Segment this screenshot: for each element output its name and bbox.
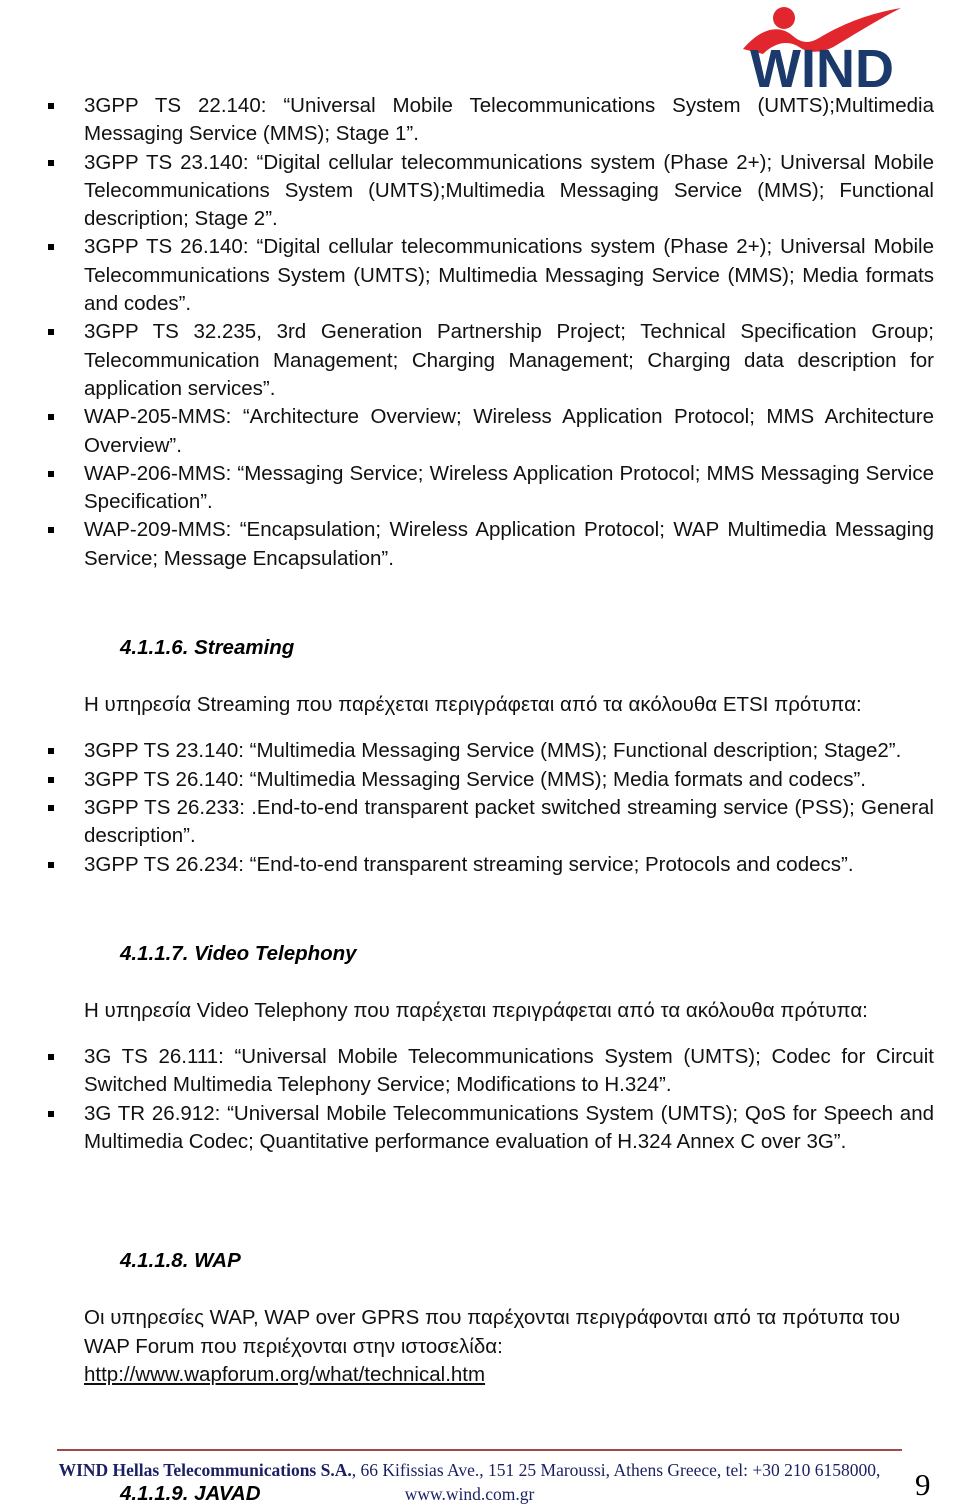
list-item: 3GPP TS 23.140: “Multimedia Messaging Se… (46, 737, 934, 765)
video-telephony-standards-list: 3G TS 26.111: “Universal Mobile Telecomm… (46, 1043, 934, 1156)
list-item: 3G TR 26.912: “Universal Mobile Telecomm… (46, 1100, 934, 1157)
list-item: WAP-209-MMS: “Encapsulation; Wireless Ap… (46, 516, 934, 573)
wap-paragraph: Οι υπηρεσίες WAP, WAP over GPRS που παρέ… (84, 1304, 934, 1389)
logo-wordmark: WIND (750, 39, 894, 96)
list-item: 3GPP TS 26.233: .End-to-end transparent … (46, 794, 934, 851)
footer-website: www.wind.com.gr (404, 1484, 535, 1504)
page-number: 9 (915, 1467, 931, 1502)
section-heading-wap: 4.1.1.8. WAP (120, 1249, 241, 1273)
wind-logo: WIND (727, 4, 917, 96)
list-item: 3GPP TS 26.140: “Multimedia Messaging Se… (46, 766, 934, 794)
list-item: 3GPP TS 26.234: “End-to-end transparent … (46, 851, 934, 879)
streaming-intro-paragraph: Η υπηρεσία Streaming που παρέχεται περιγ… (84, 693, 862, 717)
document-body: 3GPP TS 22.140: “Universal Mobile Teleco… (46, 92, 934, 1507)
document-page: WIND 3GPP TS 22.140: “Universal Mobile T… (0, 0, 960, 1509)
logo-dot-icon (773, 7, 795, 29)
list-item: 3GPP TS 32.235, 3rd Generation Partnersh… (46, 318, 934, 403)
list-item: 3GPP TS 23.140: “Digital cellular teleco… (46, 149, 934, 234)
footer-company-name: WIND Hellas Telecommunications S.A. (58, 1460, 352, 1480)
section-heading-streaming: 4.1.1.6. Streaming (120, 636, 295, 660)
footer-contact-text: WIND Hellas Telecommunications S.A., 66 … (57, 1458, 882, 1506)
list-item: 3GPP TS 26.140: “Digital cellular teleco… (46, 233, 934, 318)
footer-divider (57, 1449, 902, 1451)
wap-paragraph-line-1: Οι υπηρεσίες WAP, WAP over GPRS που παρέ… (84, 1306, 864, 1330)
list-item: 3GPP TS 22.140: “Universal Mobile Teleco… (46, 92, 934, 149)
section-heading-video-telephony: 4.1.1.7. Video Telephony (120, 941, 357, 965)
mms-standards-list: 3GPP TS 22.140: “Universal Mobile Teleco… (46, 92, 934, 573)
footer-address: , 66 Kifissias Ave., 151 25 Maroussi, At… (351, 1460, 881, 1480)
list-item: WAP-205-MMS: “Architecture Overview; Wir… (46, 403, 934, 460)
streaming-standards-list: 3GPP TS 23.140: “Multimedia Messaging Se… (46, 737, 934, 878)
video-telephony-intro-paragraph: Η υπηρεσία Video Telephony που παρέχεται… (84, 998, 868, 1022)
list-item: WAP-206-MMS: “Messaging Service; Wireles… (46, 460, 934, 517)
wapforum-link[interactable]: http://www.wapforum.org/what/technical.h… (84, 1363, 485, 1386)
list-item: 3G TS 26.111: “Universal Mobile Telecomm… (46, 1043, 934, 1100)
